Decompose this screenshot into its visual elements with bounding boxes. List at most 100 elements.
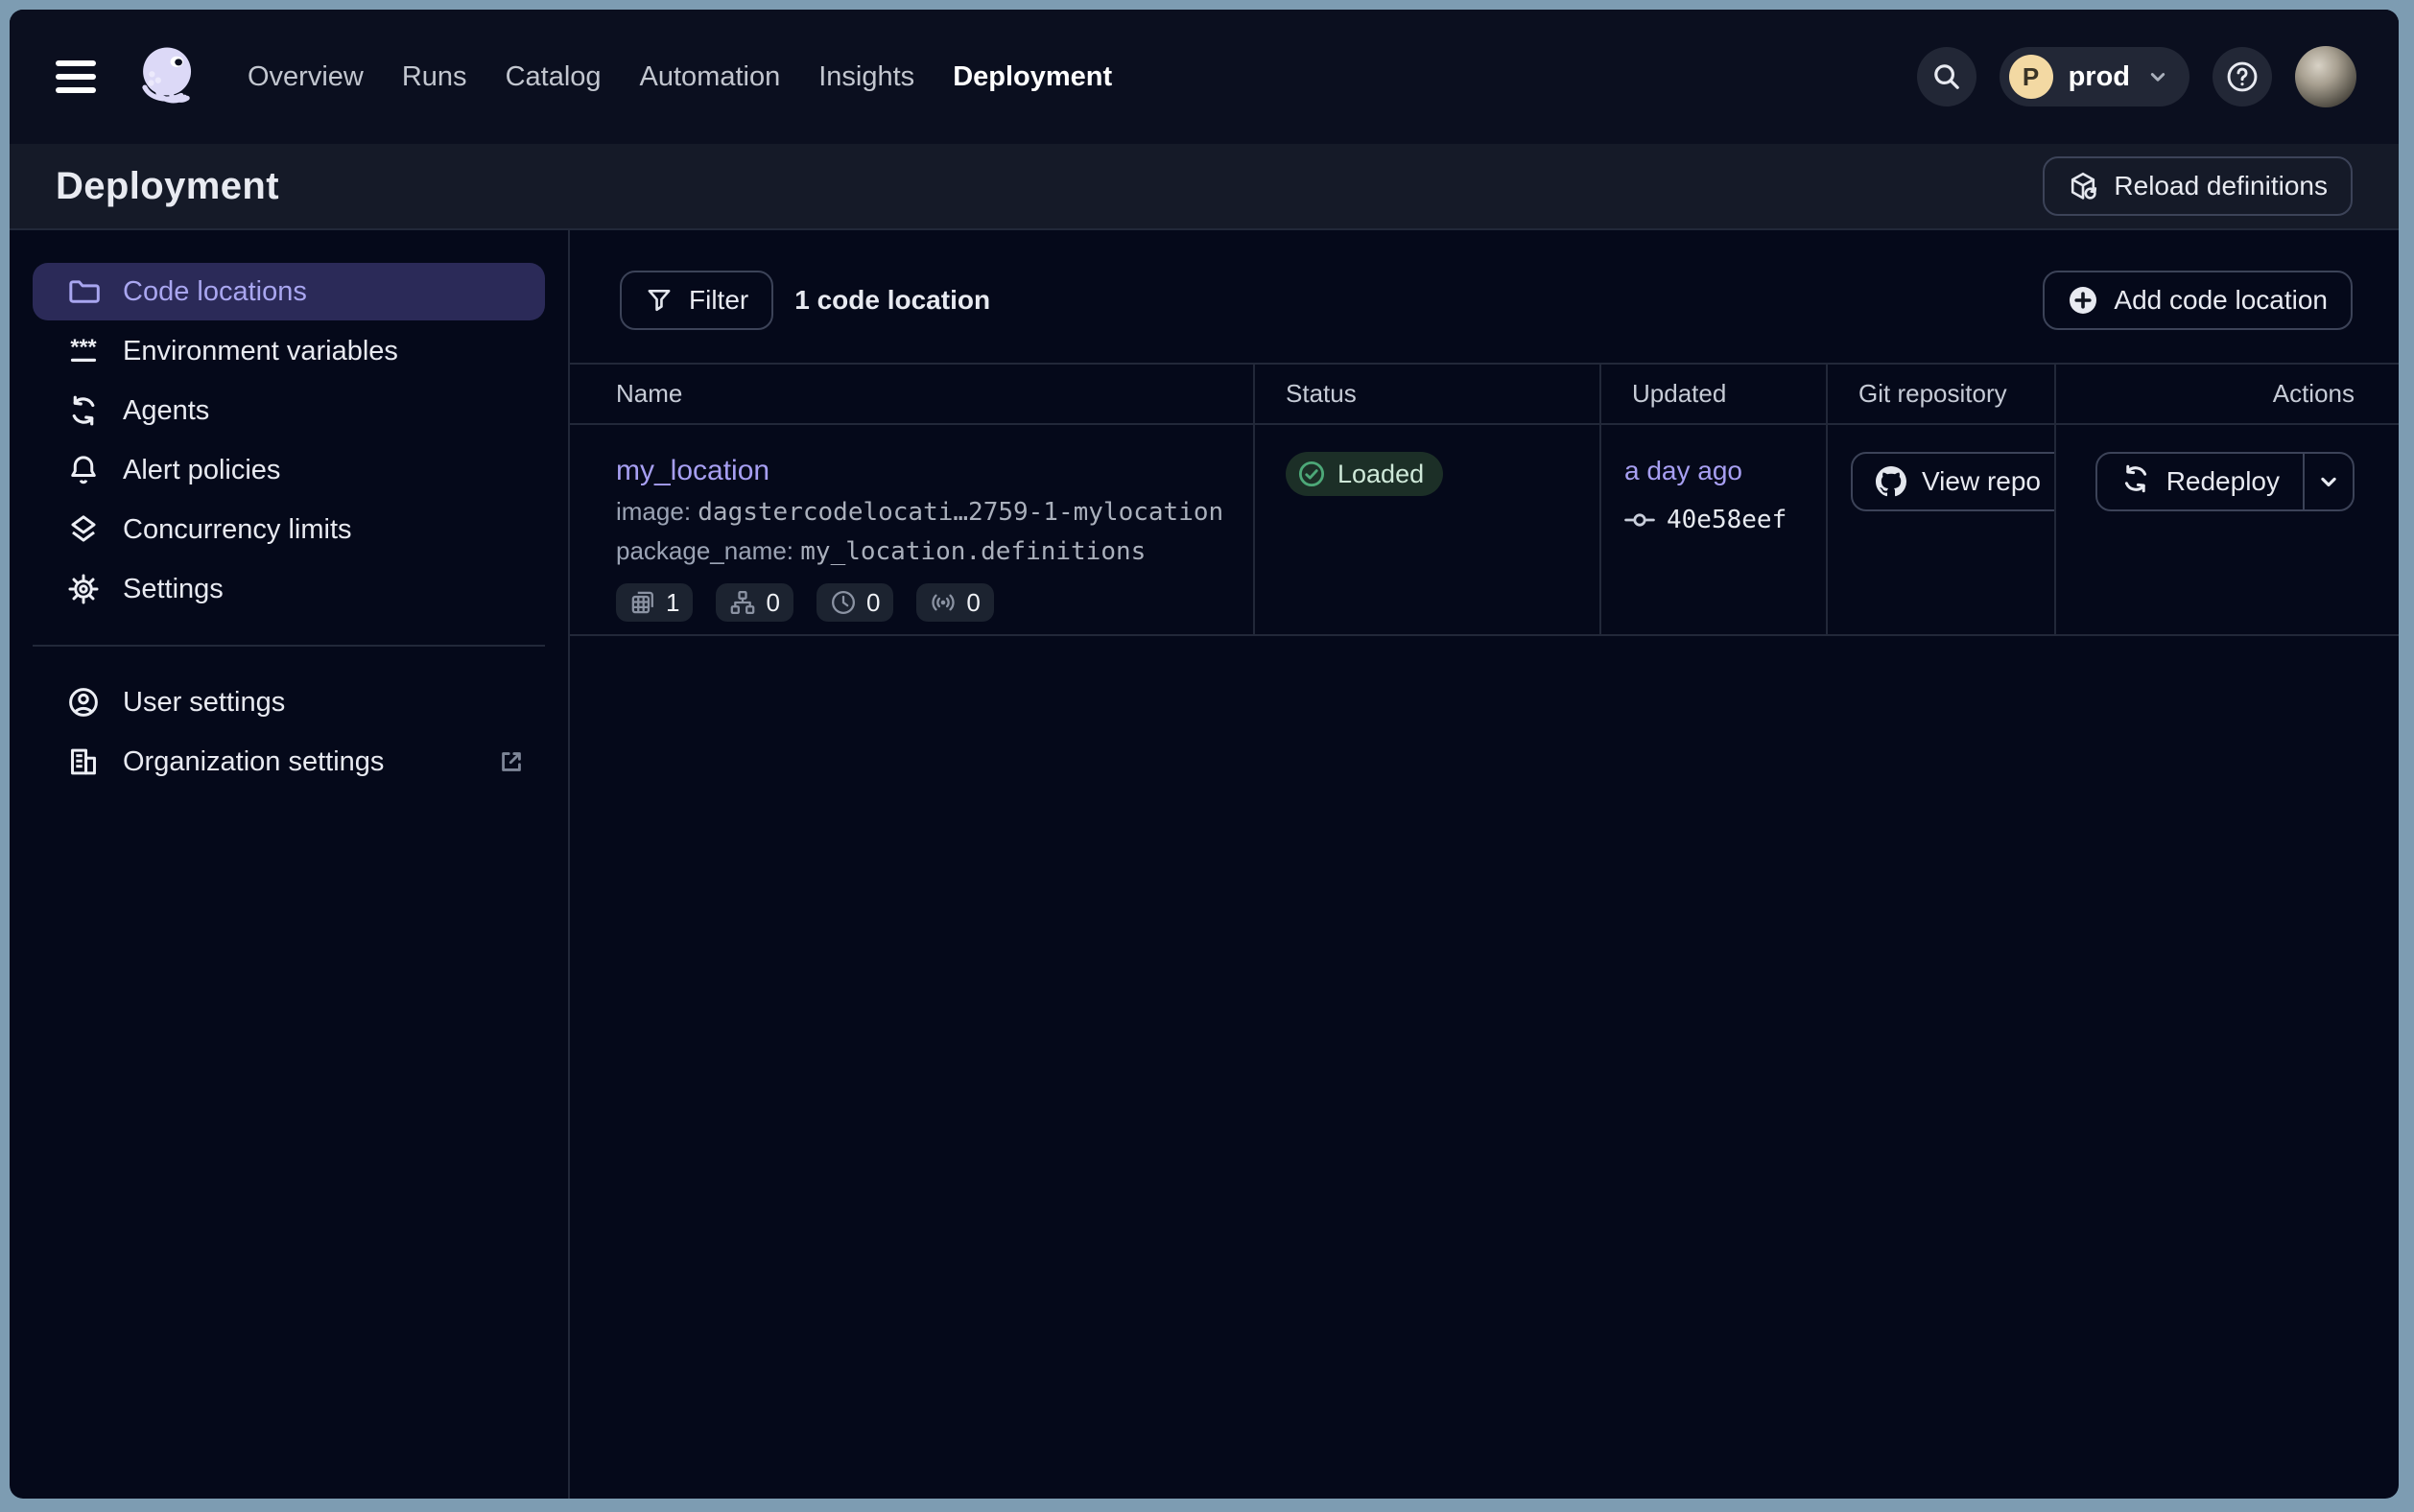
deployment-sidebar: Code locations *** Environment variables [10,230,570,1499]
image-value: dagstercodelocati…2759-1-mylocation [698,498,1223,527]
assets-count-badge[interactable]: 1 [616,583,693,622]
env-vars-icon: *** [67,335,100,367]
sidebar-item-environment-variables[interactable]: *** Environment variables [33,322,545,380]
deployment-switcher-label: prod [2069,61,2130,93]
nav-item-insights[interactable]: Insights [815,54,918,101]
definition-count-badges: 1 0 [616,583,1253,622]
primary-nav: Overview Runs Catalog Automation Insight… [244,54,1116,101]
user-circle-icon [67,686,100,719]
sidebar-item-alert-policies[interactable]: Alert policies [33,441,545,499]
help-button[interactable] [2213,47,2272,106]
image-label: image: [616,497,691,526]
gear-icon [67,573,100,605]
page-header: Deployment Reload definitions [10,144,2399,230]
hamburger-menu-icon[interactable] [56,60,96,93]
schedules-count-icon [830,589,857,616]
sensors-count-icon [930,589,957,616]
sidebar-item-label: Concurrency limits [123,514,352,546]
question-circle-icon [2225,59,2260,94]
chevron-down-icon [2315,468,2342,495]
status-label: Loaded [1337,460,1424,489]
sidebar-item-user-settings[interactable]: User settings [33,673,545,731]
schedules-count-badge[interactable]: 0 [816,583,893,622]
layers-icon [67,513,100,546]
sensors-count-badge[interactable]: 0 [916,583,993,622]
nav-item-overview[interactable]: Overview [244,54,367,101]
redeploy-button[interactable]: Redeploy [2097,454,2303,509]
git-repository-cell: View repo [1826,425,2054,634]
sidebar-item-code-locations[interactable]: Code locations [33,263,545,320]
building-icon [67,745,100,778]
redeploy-menu-button[interactable] [2303,454,2353,509]
jobs-count-value: 0 [766,588,779,618]
agents-icon [67,394,100,427]
table-row: my_location image: dagstercodelocati…275… [570,423,2399,636]
page-title: Deployment [56,165,279,208]
view-repo-button[interactable]: View repo [1851,452,2054,511]
user-avatar[interactable] [2295,46,2356,107]
code-locations-table: Name Status Updated Git repository Actio… [570,363,2399,636]
nav-item-automation[interactable]: Automation [636,54,785,101]
folder-icon [67,275,100,308]
external-link-icon [497,747,526,776]
filter-icon [645,286,674,315]
filter-button[interactable]: Filter [620,271,773,330]
status-cell: Loaded [1253,425,1599,634]
sidebar-item-organization-settings[interactable]: Organization settings [33,733,545,791]
assets-count-value: 1 [666,588,679,618]
desktop-background: Overview Runs Catalog Automation Insight… [0,0,2414,1512]
column-header-git-repository: Git repository [1826,365,2054,423]
column-header-actions: Actions [2054,365,2399,423]
code-location-link[interactable]: my_location [616,455,769,486]
plus-circle-icon [2068,285,2098,316]
sensors-count-value: 0 [966,588,980,618]
column-header-status: Status [1253,365,1599,423]
add-code-location-label: Add code location [2114,285,2328,316]
nav-item-deployment[interactable]: Deployment [949,54,1116,101]
sidebar-item-label: Organization settings [123,746,384,778]
bell-icon [67,454,100,486]
assets-count-icon [629,589,656,616]
reload-definitions-label: Reload definitions [2114,171,2328,201]
status-badge: Loaded [1286,452,1443,496]
sidebar-item-label: Environment variables [123,336,398,367]
check-circle-icon [1297,460,1326,488]
deployment-switcher[interactable]: P prod [2000,47,2189,106]
redeploy-split-button: Redeploy [2095,452,2355,511]
search-button[interactable] [1917,47,1976,106]
content-area: Code locations *** Environment variables [10,230,2399,1499]
commit-row: 40e58eef [1624,505,1826,535]
filter-label: Filter [689,285,748,316]
view-repo-label: View repo [1922,466,2041,497]
nav-item-catalog[interactable]: Catalog [502,54,605,101]
sidebar-divider [33,645,545,647]
package-label: package_name: [616,536,793,565]
add-code-location-button[interactable]: Add code location [2043,271,2353,330]
sidebar-item-agents[interactable]: Agents [33,382,545,439]
sidebar-item-label: Agents [123,395,209,427]
reload-definitions-button[interactable]: Reload definitions [2043,156,2353,216]
table-header-row: Name Status Updated Git repository Actio… [570,365,2399,423]
updated-link[interactable]: a day ago [1624,456,1742,485]
jobs-count-badge[interactable]: 0 [716,583,793,622]
github-icon [1876,466,1906,497]
name-cell: my_location image: dagstercodelocati…275… [570,425,1253,634]
code-location-count: 1 code location [794,285,990,316]
sidebar-item-label: Code locations [123,276,307,308]
box-reload-icon [2068,171,2098,201]
actions-cell: Redeploy [2054,425,2399,634]
sidebar-item-label: User settings [123,687,285,719]
nav-item-runs[interactable]: Runs [398,54,471,101]
sidebar-item-settings[interactable]: Settings [33,560,545,618]
code-locations-toolbar: Filter 1 code location Add code location [570,230,2399,363]
jobs-count-icon [729,589,756,616]
search-icon [1931,61,1962,92]
commit-hash[interactable]: 40e58eef [1667,506,1787,534]
chevron-down-icon [2145,64,2170,89]
dagster-logo-icon[interactable] [132,41,203,112]
redeploy-label: Redeploy [2166,466,2280,497]
sidebar-item-concurrency-limits[interactable]: Concurrency limits [33,501,545,558]
commit-icon [1624,505,1655,535]
schedules-count-value: 0 [866,588,880,618]
deployment-initial-badge: P [2009,55,2053,99]
